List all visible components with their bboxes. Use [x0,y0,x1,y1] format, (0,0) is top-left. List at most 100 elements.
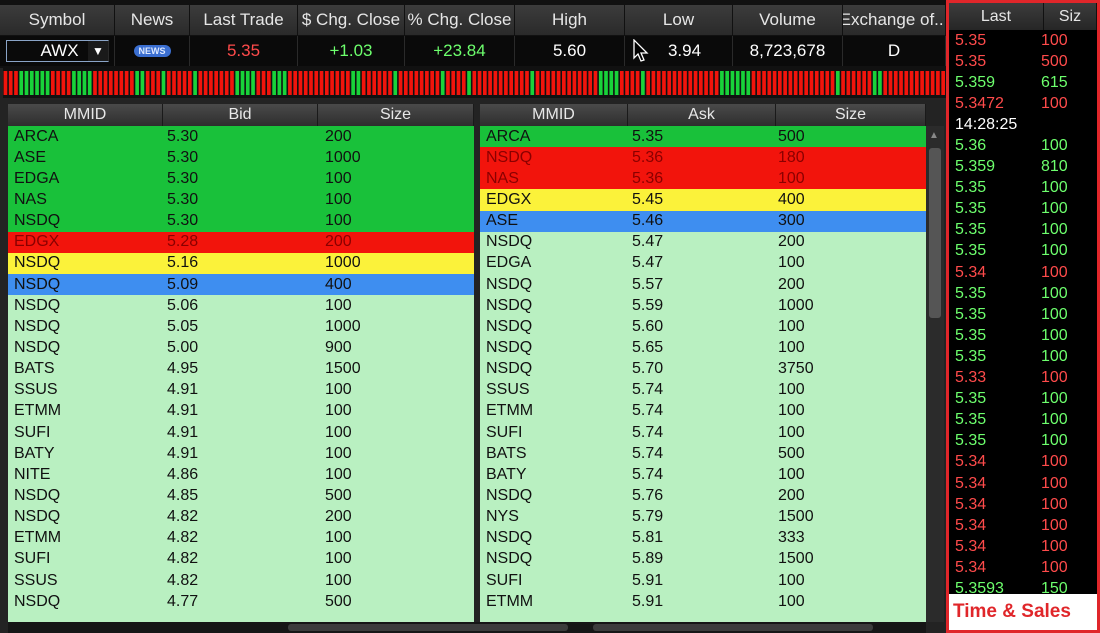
header-last-trade[interactable]: Last Trade [190,5,298,35]
ts-trade-row: 5.34 100 [949,536,1097,557]
bid-row[interactable]: NSDQ 4.77 500 [8,591,474,613]
bid-row[interactable]: NSDQ 5.16 1000 [8,252,474,274]
ask-row[interactable]: NSDQ 5.70 3750 [480,358,926,380]
bid-row[interactable]: ASE 5.30 1000 [8,147,474,169]
ask-row[interactable]: SSUS 5.74 100 [480,379,926,401]
horizontal-scrollbar[interactable] [8,622,926,633]
bid-row[interactable]: NSDQ 5.05 1000 [8,316,474,338]
bid-row[interactable]: SSUS 4.91 100 [8,379,474,401]
ask-row[interactable]: ETMM 5.91 100 [480,591,926,613]
ask-header-size[interactable]: Size [776,104,926,126]
bid-size: 500 [325,592,352,610]
bid-row[interactable]: NSDQ 4.82 200 [8,506,474,528]
bid-header: MMID Bid Size [8,104,474,126]
symbol-dropdown[interactable]: AWX ▼ [6,40,109,62]
ask-row[interactable]: SUFI 5.91 100 [480,569,926,592]
ask-row[interactable]: ETMM 5.74 100 [480,400,926,422]
bid-row[interactable]: NSDQ 5.06 100 [8,295,474,317]
ask-row[interactable]: NSDQ 5.59 1000 [480,295,926,317]
tick-mark [909,71,914,95]
header-symbol[interactable]: Symbol [0,5,115,35]
ask-row[interactable]: EDGX 5.45 400 [480,189,926,211]
bid-row[interactable]: NSDQ 5.30 100 [8,210,474,232]
scrollbar-thumb[interactable] [929,148,941,318]
ask-row[interactable]: BATS 5.74 500 [480,443,926,465]
tick-mark [583,71,587,95]
bid-price: 4.82 [167,529,199,547]
quote-value-row: AWX ▼ NEWS 5.35 +1.03 +23.84 5.60 3.94 8… [0,36,946,66]
bid-row[interactable]: EDGX 5.28 200 [8,231,474,253]
chevron-down-icon[interactable]: ▼ [88,41,108,61]
scroll-up-icon[interactable]: ▲ [929,130,939,141]
bid-hscroll-thumb[interactable] [288,624,568,631]
bid-row[interactable]: SSUS 4.82 100 [8,569,474,592]
news-badge[interactable]: NEWS [133,45,171,57]
ask-size: 100 [778,254,805,272]
bid-price: 5.28 [167,233,199,251]
bid-row[interactable]: SUFI 4.82 100 [8,548,474,570]
ask-row[interactable]: EDGA 5.47 100 [480,252,926,274]
ts-header-size[interactable]: Siz [1044,3,1097,30]
ask-scrollbar[interactable]: ▲ [926,126,944,622]
ask-row[interactable]: SUFI 5.74 100 [480,421,926,444]
header-exchange[interactable]: Exchange of... [843,5,946,35]
bid-row[interactable]: ETMM 4.82 100 [8,527,474,549]
ask-size: 100 [778,592,805,610]
tick-mark [256,71,261,95]
bid-header-size[interactable]: Size [318,104,474,126]
ts-trade-row: 5.36 100 [949,135,1097,156]
ask-row[interactable]: NYS 5.79 1500 [480,506,926,528]
tick-mark [925,71,930,95]
header-high[interactable]: High [515,5,625,35]
bid-row[interactable]: NITE 4.86 100 [8,464,474,486]
header-pct-chg-close[interactable]: % Chg. Close [405,5,515,35]
tick-mark [108,71,113,95]
bid-header-price[interactable]: Bid [163,104,318,126]
ask-row[interactable]: NSDQ 5.65 100 [480,337,926,359]
ask-row[interactable]: NSDQ 5.89 1500 [480,548,926,570]
ask-row[interactable]: ASE 5.46 300 [480,210,926,232]
ask-row[interactable]: ARCA 5.35 500 [480,126,926,148]
ask-row[interactable]: NSDQ 5.57 200 [480,273,926,296]
tick-mark [414,71,419,95]
bid-row[interactable]: NSDQ 4.85 500 [8,485,474,507]
ts-size: 100 [1041,495,1068,513]
tick-mark [451,71,456,95]
bid-row[interactable]: NSDQ 5.09 400 [8,273,474,296]
bid-row[interactable]: ETMM 4.91 100 [8,400,474,422]
ask-row[interactable]: NSDQ 5.81 333 [480,527,926,549]
ts-last-price: 5.34 [955,558,987,576]
ask-row[interactable]: NSDQ 5.76 200 [480,485,926,507]
bid-mmid: NSDQ [14,338,61,356]
bid-size: 400 [325,275,352,293]
bid-header-mmid[interactable]: MMID [8,104,163,126]
ask-header-mmid[interactable]: MMID [480,104,628,126]
ask-header-price[interactable]: Ask [628,104,776,126]
ts-header-last[interactable]: Last [949,3,1044,30]
ts-trade-row: 5.34 100 [949,262,1097,283]
bid-row[interactable]: ARCA 5.30 200 [8,126,474,148]
bid-row[interactable]: BATY 4.91 100 [8,443,474,465]
bid-price: 4.86 [167,465,199,483]
bid-row[interactable]: NAS 5.30 100 [8,189,474,211]
bid-row[interactable]: EDGA 5.30 100 [8,168,474,190]
ask-row[interactable]: NSDQ 5.47 200 [480,231,926,253]
ask-price: 5.36 [632,148,664,166]
bid-size: 100 [325,212,352,230]
bid-row[interactable]: BATS 4.95 1500 [8,358,474,380]
ask-row[interactable]: NSDQ 5.36 180 [480,147,926,169]
ask-hscroll-thumb[interactable] [593,624,873,631]
header-news[interactable]: News [115,5,190,35]
bid-row[interactable]: NSDQ 5.00 900 [8,337,474,359]
tick-mark [667,71,672,95]
header-chg-close[interactable]: $ Chg. Close [298,5,405,35]
header-low[interactable]: Low [625,5,733,35]
header-volume[interactable]: Volume [733,5,843,35]
ask-price: 5.74 [632,444,664,462]
bid-row[interactable]: SUFI 4.91 100 [8,421,474,444]
ask-row[interactable]: BATY 5.74 100 [480,464,926,486]
ask-row[interactable]: NAS 5.36 100 [480,168,926,190]
tick-mark [914,71,919,95]
ask-row[interactable]: NSDQ 5.60 100 [480,316,926,338]
tick-mark [156,71,161,95]
